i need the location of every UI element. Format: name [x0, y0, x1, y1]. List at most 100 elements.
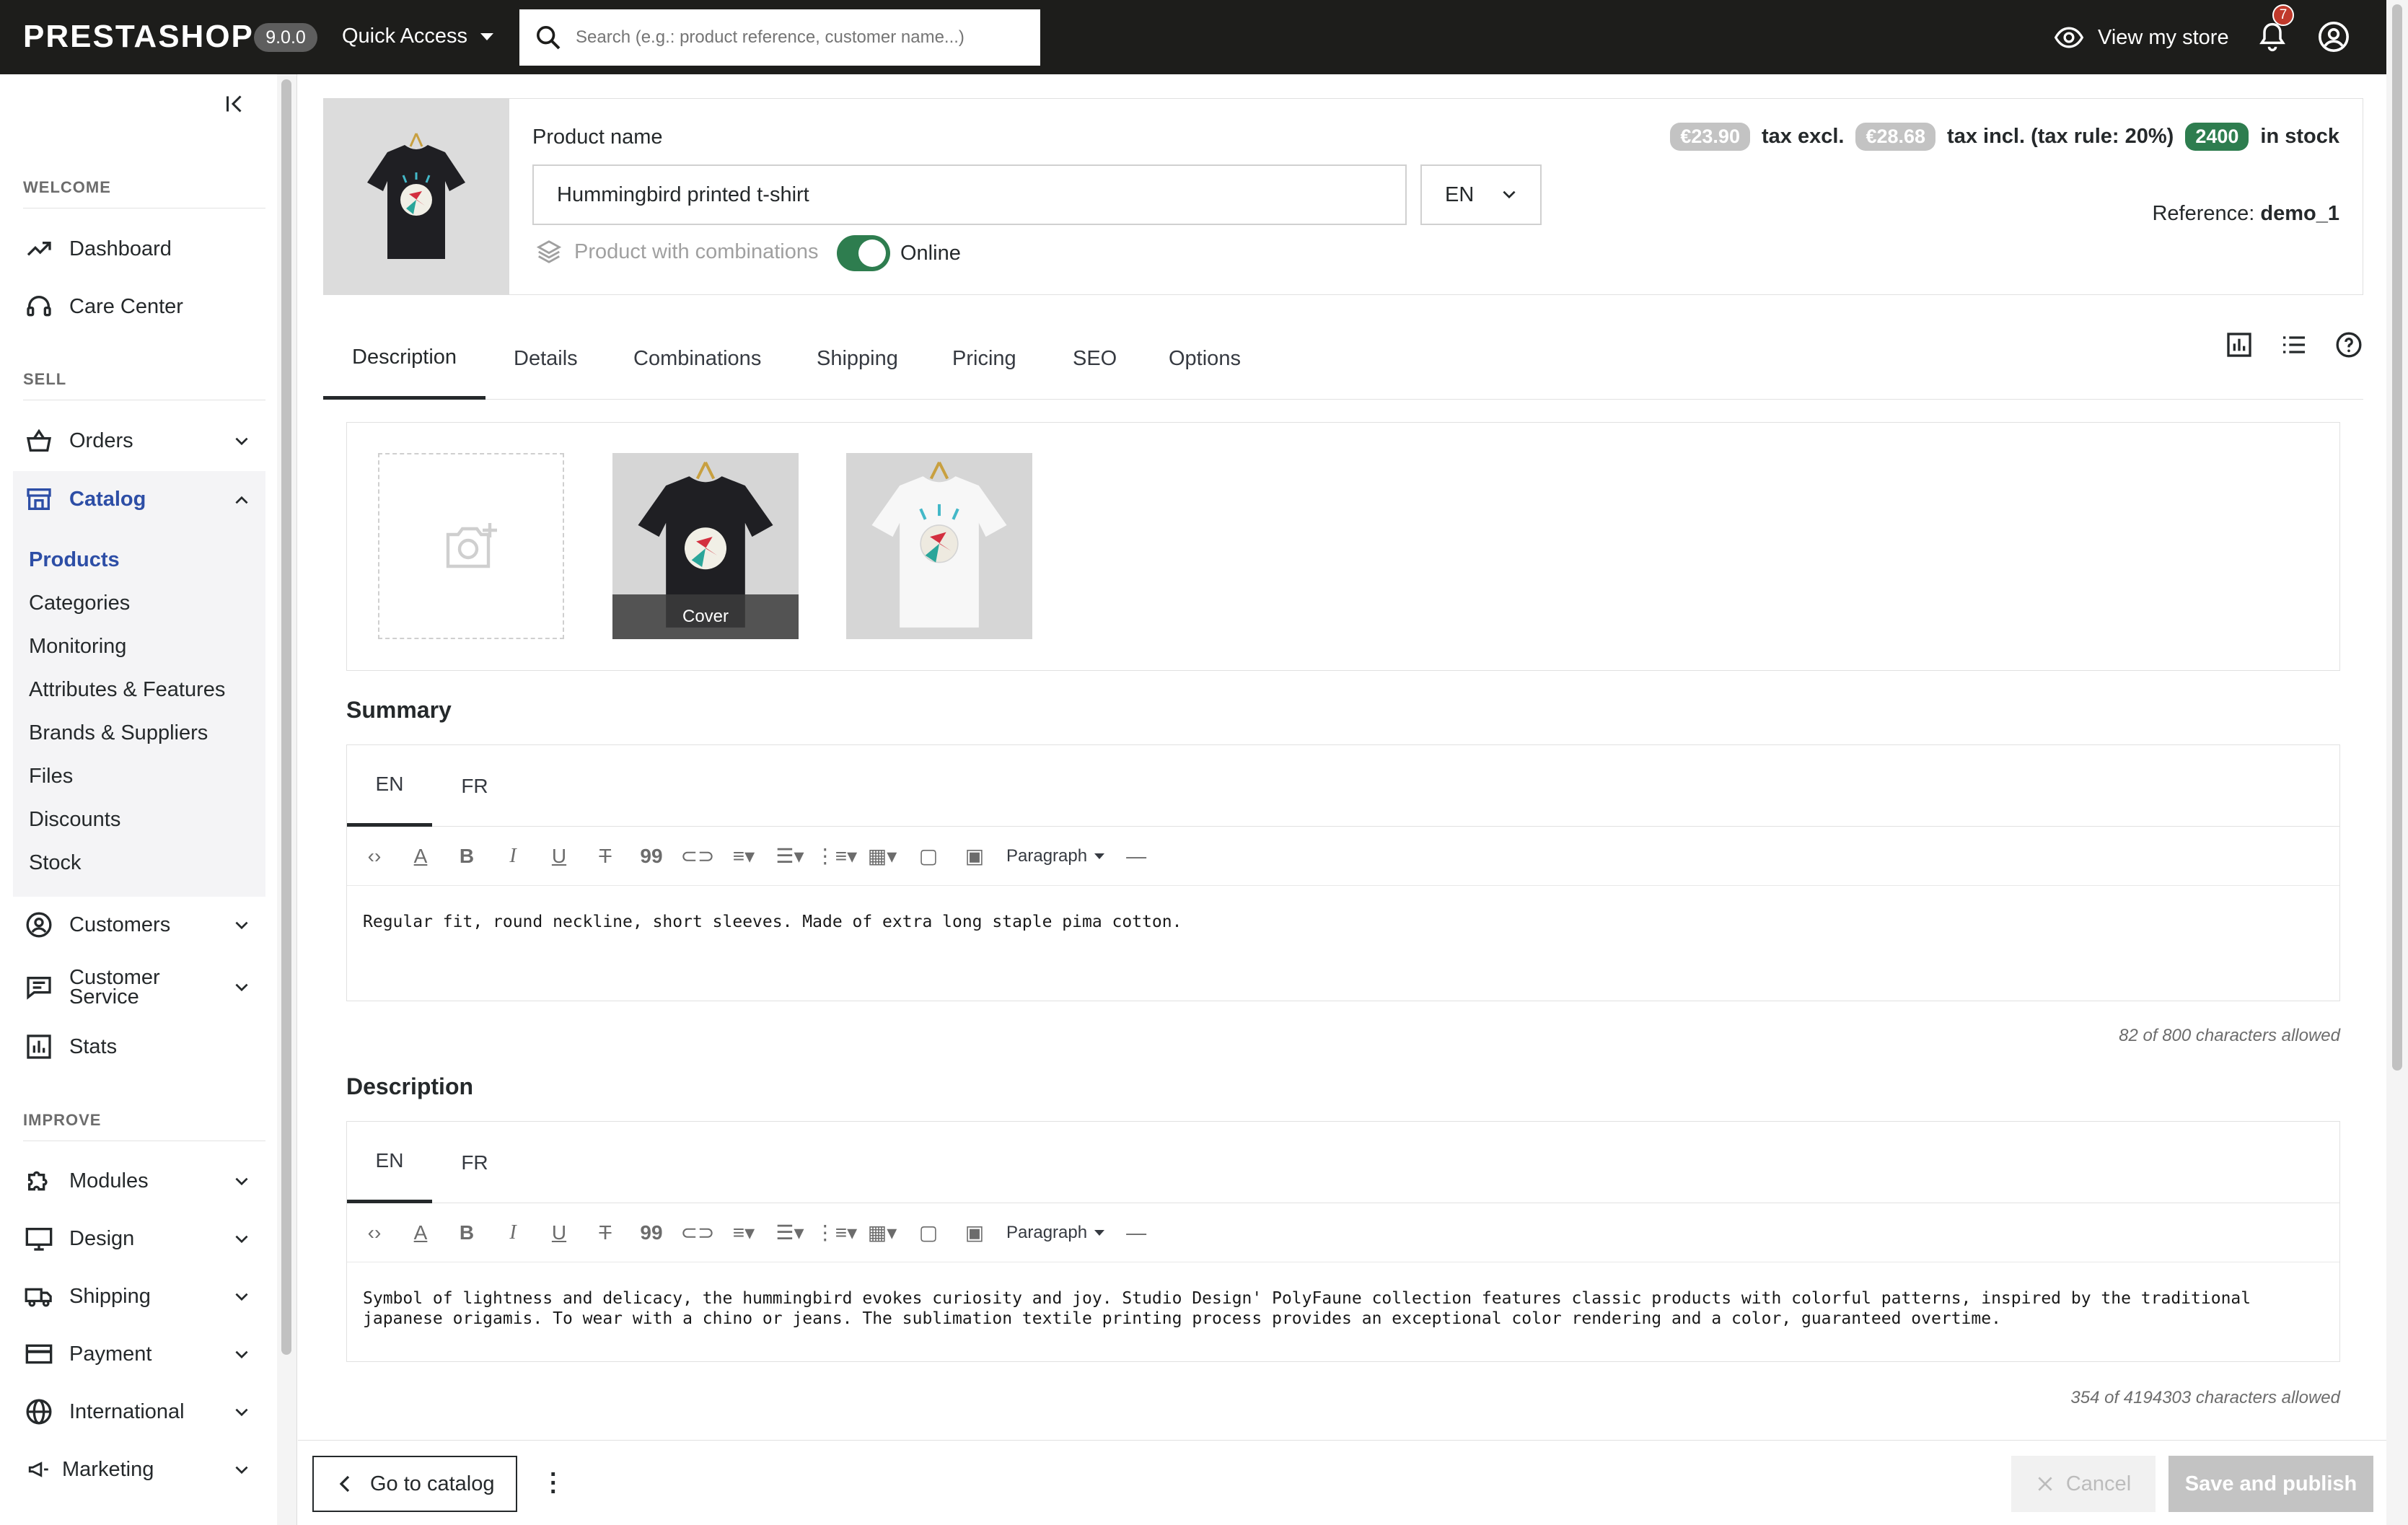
- stats-icon[interactable]: [2225, 330, 2254, 359]
- add-photo-icon: [446, 523, 497, 568]
- bullet-list-icon[interactable]: ☰▾: [775, 1218, 804, 1247]
- lang-tab-fr[interactable]: FR: [432, 745, 517, 827]
- sidebar-subitem-monitoring[interactable]: Monitoring: [29, 635, 126, 659]
- sidebar-subitem-brands[interactable]: Brands & Suppliers: [29, 721, 208, 745]
- list-icon[interactable]: [2280, 330, 2308, 359]
- collapse-sidebar-button[interactable]: [222, 91, 248, 117]
- blockquote-icon[interactable]: 99: [637, 842, 666, 871]
- sidebar-item-catalog[interactable]: Catalog: [23, 476, 265, 522]
- source-code-icon[interactable]: ‹›: [360, 1218, 389, 1247]
- top-bar: PRESTASHOP 9.0.0 Quick Access View my st…: [0, 0, 2386, 74]
- sidebar-subitem-products[interactable]: Products: [29, 548, 120, 572]
- sidebar-item-design[interactable]: Design: [23, 1216, 265, 1262]
- paragraph-format-select[interactable]: Paragraph: [1006, 846, 1105, 866]
- image-icon[interactable]: ▢: [914, 1218, 943, 1247]
- sidebar-subitem-files[interactable]: Files: [29, 765, 73, 788]
- link-icon[interactable]: ⊂⊃: [681, 1218, 715, 1247]
- sidebar-item-label: Orders: [69, 429, 133, 452]
- sidebar-subitem-categories[interactable]: Categories: [29, 592, 130, 615]
- sidebar-item-marketing[interactable]: Marketing: [23, 1446, 265, 1493]
- sidebar-subitem-attributes[interactable]: Attributes & Features: [29, 678, 225, 702]
- summary-char-count: 82 of 800 characters allowed: [2119, 1026, 2340, 1045]
- product-image-cover[interactable]: Cover: [612, 453, 799, 639]
- sidebar-item-modules[interactable]: Modules: [23, 1158, 265, 1204]
- strikethrough-icon[interactable]: T: [591, 1218, 620, 1247]
- description-text[interactable]: Symbol of lightness and delicacy, the hu…: [347, 1262, 2339, 1343]
- summary-text[interactable]: Regular fit, round neckline, short sleev…: [347, 886, 2339, 958]
- lang-tab-fr[interactable]: FR: [432, 1122, 517, 1203]
- table-icon[interactable]: ▦▾: [868, 1218, 897, 1247]
- language-select[interactable]: EN: [1420, 164, 1542, 225]
- product-name-input[interactable]: [532, 164, 1407, 225]
- italic-icon[interactable]: I: [498, 842, 527, 871]
- table-icon[interactable]: ▦▾: [868, 842, 897, 871]
- quick-access-label: Quick Access: [342, 25, 468, 48]
- chevron-down-icon: [235, 1177, 248, 1186]
- account-button[interactable]: [2317, 20, 2350, 53]
- numbered-list-icon[interactable]: ⋮≡▾: [815, 1218, 857, 1247]
- help-icon[interactable]: [2334, 330, 2363, 359]
- basket-icon: [23, 425, 55, 457]
- save-and-publish-button[interactable]: Save and publish: [2168, 1456, 2373, 1512]
- tab-seo[interactable]: SEO: [1073, 318, 1117, 400]
- align-icon[interactable]: ≡▾: [729, 842, 758, 871]
- link-icon[interactable]: ⊂⊃: [681, 842, 715, 871]
- online-toggle[interactable]: [837, 235, 890, 271]
- media-icon[interactable]: ▣: [960, 1218, 989, 1247]
- blockquote-icon[interactable]: 99: [637, 1218, 666, 1247]
- sidebar-item-orders[interactable]: Orders: [23, 418, 265, 464]
- sidebar-item-payment[interactable]: Payment: [23, 1331, 265, 1377]
- search-input[interactable]: [576, 27, 1023, 48]
- sidebar-item-customers[interactable]: Customers: [23, 902, 265, 948]
- strikethrough-icon[interactable]: T: [591, 842, 620, 871]
- product-image-2[interactable]: [846, 453, 1032, 639]
- cancel-button[interactable]: Cancel: [2011, 1456, 2156, 1512]
- add-image-dropzone[interactable]: [378, 453, 564, 639]
- sidebar-item-customer-service[interactable]: Customer Service: [23, 962, 265, 1013]
- tab-details[interactable]: Details: [514, 318, 578, 400]
- tab-pricing[interactable]: Pricing: [952, 318, 1016, 400]
- underline-icon[interactable]: U: [545, 842, 574, 871]
- chevron-left-icon: [339, 1475, 350, 1493]
- lang-tab-en[interactable]: EN: [347, 1122, 432, 1203]
- section-improve: IMPROVE: [23, 1111, 102, 1129]
- search-bar[interactable]: [519, 9, 1040, 66]
- sidebar-item-shipping[interactable]: Shipping: [23, 1273, 265, 1319]
- prestashop-logo[interactable]: PRESTASHOP: [23, 19, 254, 55]
- sidebar-item-dashboard[interactable]: Dashboard: [23, 226, 265, 272]
- sidebar-item-care-center[interactable]: Care Center: [23, 284, 265, 330]
- sidebar-item-stats[interactable]: Stats: [23, 1024, 265, 1070]
- bold-icon[interactable]: B: [452, 1218, 481, 1247]
- bullet-list-icon[interactable]: ☰▾: [775, 842, 804, 871]
- tab-options[interactable]: Options: [1169, 318, 1241, 400]
- horizontal-rule-icon[interactable]: —: [1122, 842, 1151, 871]
- media-icon[interactable]: ▣: [960, 842, 989, 871]
- tab-description[interactable]: Description: [323, 318, 486, 400]
- lang-tab-en[interactable]: EN: [347, 745, 432, 827]
- more-actions-icon[interactable]: · · ·: [550, 1462, 558, 1504]
- collapse-left-icon: [227, 95, 242, 113]
- view-my-store-link[interactable]: View my store: [2053, 22, 2229, 53]
- quick-access-dropdown[interactable]: Quick Access: [342, 25, 494, 48]
- sidebar-subitem-discounts[interactable]: Discounts: [29, 808, 120, 832]
- product-tabs: Description Details Combinations Shippin…: [323, 318, 2363, 400]
- align-icon[interactable]: ≡▾: [729, 1218, 758, 1247]
- image-icon[interactable]: ▢: [914, 842, 943, 871]
- paragraph-format-select[interactable]: Paragraph: [1006, 1223, 1105, 1243]
- underline-icon[interactable]: U: [545, 1218, 574, 1247]
- sidebar-subitem-stock[interactable]: Stock: [29, 851, 82, 875]
- sidebar-scrollbar-thumb[interactable]: [281, 79, 291, 1355]
- source-code-icon[interactable]: ‹›: [360, 842, 389, 871]
- bold-icon[interactable]: B: [452, 842, 481, 871]
- tab-combinations[interactable]: Combinations: [633, 318, 761, 400]
- text-color-icon[interactable]: A: [406, 1218, 435, 1247]
- sidebar-item-international[interactable]: International: [23, 1389, 265, 1435]
- product-thumbnail[interactable]: [323, 98, 509, 295]
- italic-icon[interactable]: I: [498, 1218, 527, 1247]
- go-to-catalog-button[interactable]: Go to catalog: [312, 1456, 517, 1512]
- page-scrollbar-thumb[interactable]: [2392, 4, 2402, 1071]
- horizontal-rule-icon[interactable]: —: [1122, 1218, 1151, 1247]
- numbered-list-icon[interactable]: ⋮≡▾: [815, 842, 857, 871]
- text-color-icon[interactable]: A: [406, 842, 435, 871]
- tab-shipping[interactable]: Shipping: [817, 318, 898, 400]
